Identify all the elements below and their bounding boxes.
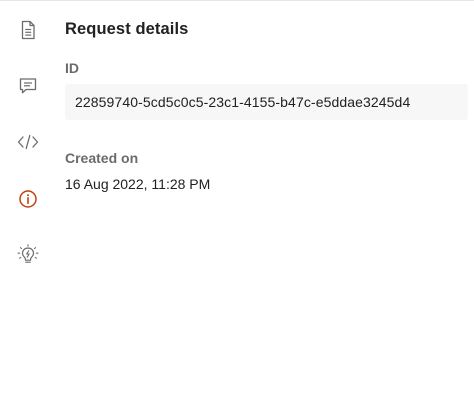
created-on-value: 16 Aug 2022, 11:28 PM [65,176,211,192]
code-icon [17,133,39,151]
request-id-value: 22859740-5cd5c0c5-23c1-4155-b47c-e5ddae3… [75,94,411,110]
request-details-panel: Request details ID 22859740-5cd5c0c5-23c… [65,0,470,418]
created-on-label: Created on [65,150,139,166]
right-sidebar-toolbar [0,0,56,418]
id-label: ID [65,60,79,76]
documentation-tab[interactable] [14,16,42,44]
suggestions-tab[interactable] [14,241,42,269]
panel-title: Request details [65,20,189,38]
code-tab[interactable] [14,128,42,156]
request-id-field[interactable]: 22859740-5cd5c0c5-23c1-4155-b47c-e5ddae3… [65,84,468,120]
lightbulb-icon [17,244,39,266]
comments-tab[interactable] [14,72,42,100]
info-tab[interactable] [14,185,42,213]
request-details-window: Request details ID 22859740-5cd5c0c5-23c… [0,0,474,418]
info-icon [18,189,38,209]
document-icon [19,20,37,40]
comment-icon [18,76,38,96]
